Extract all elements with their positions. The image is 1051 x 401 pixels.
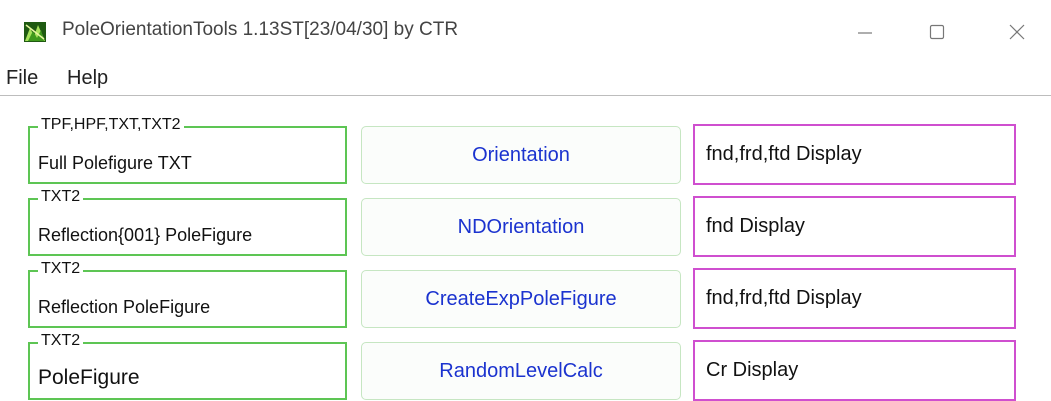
- group-reflection-001: TXT2 Reflection{001} PoleFigure: [28, 188, 347, 256]
- app-icon: [24, 22, 46, 42]
- group-polefigure: TXT2 PoleFigure: [28, 332, 347, 400]
- menu-help[interactable]: Help: [67, 67, 108, 90]
- display-label: fnd,frd,ftd Display: [706, 287, 862, 309]
- menu-bar: File Help: [0, 64, 1051, 96]
- maximize-button[interactable]: [914, 12, 960, 52]
- title-bar[interactable]: PoleOrientationTools 1.13ST[23/04/30] by…: [0, 0, 1051, 64]
- group-legend: TXT2: [38, 332, 84, 350]
- close-button[interactable]: [994, 12, 1040, 52]
- group-full-polefigure: TPF,HPF,TXT,TXT2 Full Polefigure TXT: [28, 116, 347, 184]
- group-legend: TXT2: [38, 260, 84, 278]
- display-label: Cr Display: [706, 359, 799, 381]
- group-label: Full Polefigure TXT: [38, 153, 192, 173]
- display-label: fnd,frd,ftd Display: [706, 143, 862, 165]
- display-fnd-frd-ftd-1: fnd,frd,ftd Display: [693, 124, 1016, 185]
- display-fnd: fnd Display: [693, 196, 1016, 257]
- menu-file[interactable]: File: [6, 67, 38, 90]
- group-reflection-polefigure: TXT2 Reflection PoleFigure: [28, 260, 347, 328]
- display-fnd-frd-ftd-2: fnd,frd,ftd Display: [693, 268, 1016, 329]
- create-exp-polefigure-button[interactable]: CreateExpPoleFigure: [361, 270, 681, 328]
- group-label: Reflection PoleFigure: [38, 297, 211, 317]
- display-cr: Cr Display: [693, 340, 1016, 401]
- group-legend: TPF,HPF,TXT,TXT2: [38, 116, 184, 134]
- display-label: fnd Display: [706, 215, 805, 237]
- group-label: Reflection{001} PoleFigure: [38, 225, 253, 245]
- group-legend: TXT2: [38, 188, 84, 206]
- maximize-icon: [929, 24, 945, 40]
- minimize-button[interactable]: [842, 12, 888, 52]
- minimize-icon: [858, 32, 872, 34]
- random-level-calc-button[interactable]: RandomLevelCalc: [361, 342, 681, 400]
- orientation-button[interactable]: Orientation: [361, 126, 681, 184]
- close-icon: [1009, 24, 1025, 40]
- window-title: PoleOrientationTools 1.13ST[23/04/30] by…: [62, 19, 459, 40]
- ndorientation-button[interactable]: NDOrientation: [361, 198, 681, 256]
- group-label: PoleFigure: [38, 366, 140, 389]
